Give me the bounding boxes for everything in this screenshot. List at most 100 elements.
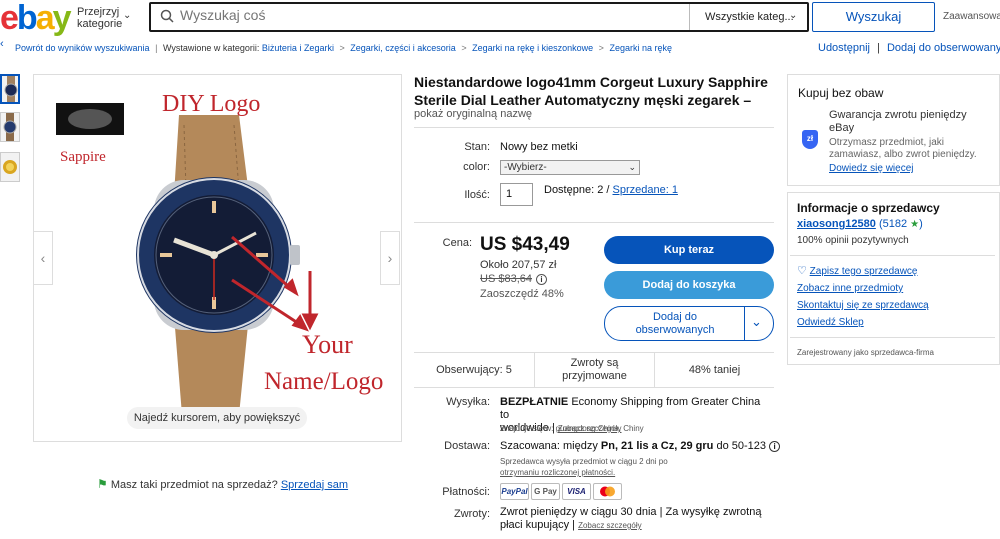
- info-icon[interactable]: i: [769, 441, 781, 452]
- buyer-protection-title: Kupuj bez obaw: [798, 86, 884, 100]
- main-product-image[interactable]: DIY Logo Sappire Your Name/Logo: [33, 74, 402, 442]
- advanced-search-link[interactable]: Zaawansowane: [943, 11, 1000, 22]
- star-icon: ★: [910, 219, 920, 230]
- heart-icon: ♡: [797, 265, 807, 277]
- contact-seller-link[interactable]: Skontaktuj się ze sprzedawcą: [797, 300, 929, 311]
- search-divider: [689, 4, 690, 30]
- search-input[interactable]: [180, 7, 680, 23]
- visa-icon: VISA: [562, 483, 591, 500]
- cheaper-badge: 48% taniej: [688, 363, 741, 376]
- breadcrumb-separator: |: [155, 43, 158, 53]
- buy-now-button[interactable]: Kup teraz: [604, 236, 774, 264]
- color-select-value: -Wybierz-: [504, 162, 547, 173]
- quantity-label: Ilość:: [464, 189, 490, 201]
- delivery-suffix: do 50-123: [716, 440, 766, 452]
- returns-line1: Zwrot pieniędzy w ciągu 30 dnia | Za wys…: [500, 506, 762, 518]
- browse-categories-button[interactable]: Przejrzyj kategorie: [77, 6, 122, 30]
- browse-line1: Przejrzyj: [77, 6, 120, 18]
- share-link[interactable]: Udostępnij: [818, 42, 870, 54]
- quantity-input[interactable]: 1: [500, 183, 533, 206]
- watchers-count: Obserwujący: 5: [436, 363, 512, 376]
- separator: |: [877, 42, 880, 54]
- returns-line2: przyjmowane: [562, 370, 627, 382]
- visit-store-link[interactable]: Odwiedź Sklep: [797, 317, 864, 328]
- guarantee-desc2: zamawiasz, albo zwrot pieniędzy.: [829, 149, 977, 160]
- save-seller-row[interactable]: ♡ Zapisz tego sprzedawcę: [797, 264, 918, 277]
- thumbnail-1[interactable]: [0, 74, 20, 104]
- breadcrumb-item-jewelry[interactable]: Biżuteria i Zegarki: [262, 43, 334, 53]
- guarantee-description: Otrzymasz przedmiot, jaki zamawiasz, alb…: [829, 137, 977, 161]
- breadcrumb-item-watches-parts[interactable]: Zegarki, części i akcesoria: [350, 43, 456, 53]
- thumbnail-2[interactable]: [0, 112, 20, 142]
- color-select[interactable]: -Wybierz- ⌄: [500, 160, 640, 175]
- watchlist-label: Dodaj do obserwowanych: [605, 311, 745, 337]
- see-other-items-link[interactable]: Zobacz inne przedmioty: [797, 283, 903, 294]
- guarantee-desc1: Otrzymasz przedmiot, jaki: [829, 137, 945, 148]
- chevron-left-icon[interactable]: ‹: [0, 38, 4, 50]
- seller-name-link[interactable]: xiaosong12580: [797, 218, 876, 230]
- payments-label: Płatności:: [442, 486, 490, 498]
- watch-link[interactable]: Dodaj do obserwowanych: [887, 42, 1000, 54]
- breadcrumb-chevron-icon: >: [339, 43, 345, 53]
- delivery-note: Sprzedawca wysyła przedmiot w ciągu 2 dn…: [500, 457, 668, 466]
- add-to-watchlist-button[interactable]: Dodaj do obserwowanych ⌄: [604, 306, 774, 341]
- delivery-note-link[interactable]: otrzymaniu rozliczonej płatności.: [500, 468, 615, 477]
- delivery-estimate: Szacowana: między Pn, 21 lis a Cz, 29 gr…: [500, 440, 781, 453]
- breadcrumb-item-wrist-pocket[interactable]: Zegarki na rękę i kieszonkowe: [472, 43, 593, 53]
- sell-prompt: ⚑ Masz taki przedmiot na sprzedaż? Sprze…: [97, 477, 348, 491]
- browse-line2: kategorie: [77, 18, 123, 30]
- delivery-dates: Pn, 21 lis a Cz, 29 gru: [600, 440, 714, 452]
- guarantee-line1: Gwarancja zwrotu pieniędzy: [829, 109, 967, 121]
- seller-score-close: ): [919, 218, 923, 230]
- search-button[interactable]: Wyszukaj: [812, 2, 935, 32]
- shield-icon: zł: [802, 130, 818, 149]
- seller-info-title: Informacje o sprzedawcy: [797, 201, 940, 215]
- money-back-guarantee: Gwarancja zwrotu pieniędzy eBay: [829, 109, 967, 135]
- diy-logo-image-text: DIY Logo: [162, 91, 260, 117]
- returns-accepted: Zwroty są przyjmowane: [535, 353, 654, 387]
- returns-value: Zwrot pieniędzy w ciągu 30 dnia | Za wys…: [500, 506, 762, 531]
- paypal-icon: PayPal: [500, 483, 529, 500]
- returns-details-link[interactable]: Zobacz szczegóły: [578, 521, 642, 530]
- name-logo-image-text: Name/Logo: [264, 368, 383, 395]
- sell-prompt-text: Masz taki przedmiot na sprzedaż?: [110, 479, 278, 491]
- zoom-hint: Najedź kursorem, aby powiększyć: [127, 407, 307, 429]
- condition-value: Nowy bez metki: [500, 141, 578, 153]
- condition-label: Stan:: [464, 141, 490, 153]
- mastercard-icon: [593, 483, 622, 500]
- thumbnail-3[interactable]: [0, 152, 20, 182]
- chevron-down-icon[interactable]: ⌄: [751, 314, 762, 330]
- chevron-down-icon[interactable]: ⌄: [789, 10, 797, 21]
- breadcrumb-chevron-icon: >: [598, 43, 604, 53]
- watchlist-line1: Dodaj do: [652, 311, 698, 323]
- save-seller-link[interactable]: Zapisz tego sprzedawcę: [810, 266, 918, 277]
- listed-in-label: Wystawione w kategorii:: [162, 43, 260, 53]
- category-select[interactable]: Wszystkie kateg...: [705, 11, 794, 23]
- previous-image-button[interactable]: ‹: [33, 231, 53, 285]
- chevron-down-icon[interactable]: ⌄: [123, 10, 131, 21]
- show-original-name-link[interactable]: pokaż oryginalną nazwę: [414, 108, 532, 120]
- sell-yourself-link[interactable]: Sprzedaj sam: [281, 479, 348, 491]
- returns-line2: płaci kupujący: [500, 519, 570, 531]
- learn-more-link[interactable]: Dowiedz się więcej: [829, 163, 913, 174]
- add-to-cart-button[interactable]: Dodaj do koszyka: [604, 271, 774, 299]
- original-price: US $83,64: [480, 273, 532, 285]
- delivery-prefix: Szacowana: między: [500, 440, 598, 452]
- back-to-results-link[interactable]: Powrót do wyników wyszukiwania: [15, 43, 150, 53]
- price: US $43,49: [480, 234, 570, 255]
- breadcrumb-chevron-icon: >: [461, 43, 467, 53]
- seller-score-link[interactable]: (5182: [879, 218, 907, 230]
- info-icon[interactable]: i: [536, 274, 547, 285]
- returns-label: Zwroty:: [453, 508, 490, 520]
- share-watch-row: Udostępnij | Dodaj do obserwowanych: [818, 42, 1000, 54]
- chevron-down-icon: ⌄: [628, 162, 636, 172]
- shipping-free: BEZPŁATNIE: [500, 396, 569, 408]
- ebay-logo[interactable]: ebay: [0, 0, 72, 36]
- your-image-text: Your: [302, 330, 353, 359]
- search-icon: [160, 9, 174, 26]
- sell-tag-icon: ⚑: [97, 477, 108, 491]
- color-label: color:: [463, 161, 490, 173]
- sold-link[interactable]: Sprzedane: 1: [613, 184, 678, 196]
- divider: [790, 337, 995, 338]
- breadcrumb-item-wristwatches[interactable]: Zegarki na rękę: [609, 43, 672, 53]
